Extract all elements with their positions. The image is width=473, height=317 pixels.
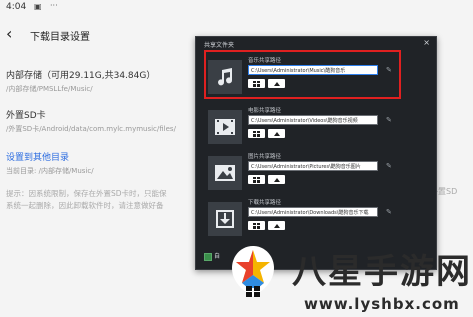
picture-share-label: 图片共享路径	[248, 154, 282, 160]
windows-icon	[253, 130, 260, 137]
sd-card-option[interactable]: 外置SD卡	[6, 108, 46, 121]
close-icon[interactable]: ×	[423, 38, 430, 47]
open-folder-button[interactable]	[268, 129, 285, 138]
hint-line-1: 提示：因系统限制，保存在外置SD卡时，只能保	[6, 189, 167, 198]
download-share-row: 下载共享路径 C:\Users\Administrator\Downloads\…	[208, 198, 424, 244]
edit-icon[interactable]: ✎	[386, 116, 394, 124]
picture-share-row: 图片共享路径 C:\Users\Administrator\Pictures\酷…	[208, 152, 424, 198]
sd-card-path: /外置SD卡/Android/data/com.mylc.mymusic/fil…	[6, 125, 176, 133]
film-icon	[208, 110, 242, 144]
download-path-input[interactable]: C:\Users\Administrator\Downloads\酷狗音乐下载	[248, 207, 378, 217]
windows-icon	[253, 222, 260, 229]
video-share-label: 电影共享路径	[248, 108, 282, 114]
edit-icon[interactable]: ✎	[386, 208, 394, 216]
windows-button[interactable]	[248, 129, 265, 138]
picture-icon	[208, 156, 242, 190]
music-row-highlight	[204, 50, 401, 99]
up-arrow-icon	[273, 131, 280, 136]
hint-line-2: 系统一起删除，因此卸载软件时，请注意做好备	[6, 201, 164, 210]
page-title: 下载目录设置	[30, 32, 90, 43]
dialog-title: 共享文件夹	[204, 42, 235, 49]
internal-storage-path: /内部存储/PMSLLfe/Music/	[6, 85, 93, 93]
auto-label: 自	[214, 253, 221, 260]
windows-icon	[253, 176, 260, 183]
notification-icon: ▣	[34, 2, 42, 11]
back-arrow-icon[interactable]: ‹	[6, 26, 12, 42]
watermark: 八星手游网 www.lyshbx.com	[224, 240, 473, 317]
auto-checkbox[interactable]	[204, 253, 212, 261]
status-time: 4:04	[6, 2, 27, 12]
status-bar: 4:04 ▣ ···	[0, 0, 473, 18]
windows-button[interactable]	[248, 175, 265, 184]
picture-path-input[interactable]: C:\Users\Administrator\Pictures\酷狗音乐图片	[248, 161, 378, 171]
internal-storage-option[interactable]: 内部存储（可用29.11G,共34.84G）	[6, 68, 155, 81]
open-folder-button[interactable]	[268, 221, 285, 230]
watermark-url: www.lyshbx.com	[304, 295, 460, 313]
download-icon	[208, 202, 242, 236]
windows-button[interactable]	[248, 221, 265, 230]
edit-icon[interactable]: ✎	[386, 162, 394, 170]
watermark-text: 八星手游网	[292, 252, 472, 292]
video-share-row: 电影共享路径 C:\Users\Administrator\Videos\酷狗音…	[208, 106, 424, 152]
current-dir-label: 当前目录: /内部存储/Music/	[6, 167, 94, 175]
up-arrow-icon	[273, 177, 280, 182]
set-other-dir-link[interactable]: 设置到其他目录	[6, 150, 69, 163]
star-logo-icon	[232, 246, 274, 297]
download-share-label: 下载共享路径	[248, 200, 282, 206]
open-folder-button[interactable]	[268, 175, 285, 184]
more-status-icon: ···	[50, 1, 58, 10]
video-path-input[interactable]: C:\Users\Administrator\Videos\酷狗音乐视频	[248, 115, 378, 125]
up-arrow-icon	[273, 223, 280, 228]
